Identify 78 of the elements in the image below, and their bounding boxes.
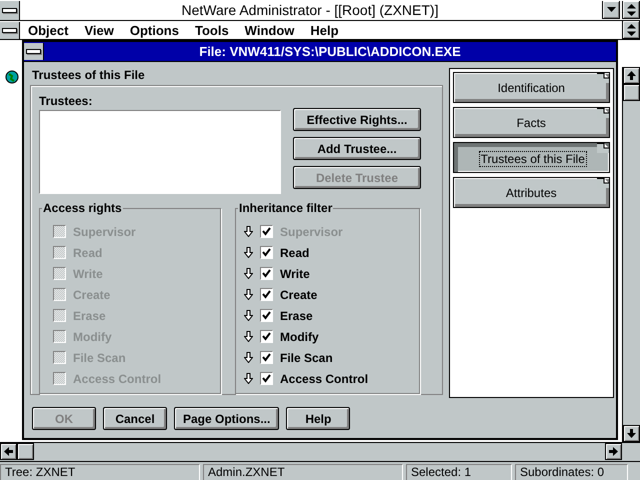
checkbox-label: Access Control <box>280 372 368 386</box>
menu-item[interactable]: Tools <box>194 22 229 38</box>
page-title: Trustees of this File <box>32 68 146 82</box>
folded-corner-icon <box>597 178 609 188</box>
down-arrow-icon <box>244 373 253 384</box>
vertical-scrollbar[interactable] <box>622 67 640 442</box>
group-title: Inheritance filter <box>238 201 334 215</box>
checkbox-label: File Scan <box>280 350 333 364</box>
checkbox-label: Write <box>280 266 310 280</box>
down-arrow-icon <box>244 310 253 321</box>
down-arrow-icon[interactable] <box>627 429 636 438</box>
scroll-thumb[interactable] <box>17 443 34 460</box>
dialog-title: File: VNW411/SYS:\PUBLIC\ADDICON.EXE <box>198 44 462 59</box>
folded-corner-icon <box>597 73 609 83</box>
document-menu-button[interactable] <box>0 22 20 38</box>
caret-down-icon <box>606 6 616 12</box>
checkbox-label: Modify <box>280 330 319 344</box>
menu-item[interactable]: Options <box>130 22 179 38</box>
globe-icon[interactable] <box>5 70 19 84</box>
down-arrow-icon <box>244 268 253 279</box>
menu-item[interactable]: Object <box>28 22 68 38</box>
checkbox[interactable] <box>260 372 273 385</box>
window-title: NetWare Administrator - [[Root] (ZXNET)] <box>180 2 440 18</box>
checkbox-label: Supervisor <box>73 224 136 238</box>
down-arrow-icon <box>244 226 253 237</box>
status-field: Selected: 1 <box>406 464 512 480</box>
checkbox-label: Erase <box>73 308 106 322</box>
down-arrow-icon <box>244 331 253 342</box>
folded-corner-icon <box>597 143 609 153</box>
checkbox-label: Access Control <box>73 372 162 386</box>
page-button[interactable]: Facts <box>452 107 610 138</box>
up-down-caret-icon <box>626 4 636 16</box>
checkbox-label: Read <box>280 246 310 260</box>
system-menu-button[interactable] <box>0 0 20 20</box>
checkbox[interactable] <box>260 267 273 280</box>
up-down-caret-icon <box>626 24 636 36</box>
page-button[interactable]: Trustees of this File <box>452 142 610 173</box>
page-button[interactable]: Attributes <box>452 177 610 208</box>
status-field: Admin.ZXNET <box>203 464 403 480</box>
left-arrow-icon[interactable] <box>4 447 13 456</box>
up-arrow-icon[interactable] <box>627 71 636 80</box>
checkbox[interactable] <box>260 351 273 364</box>
checkbox-label: Write <box>73 266 103 280</box>
checkbox[interactable] <box>260 330 273 343</box>
checkbox-label: Create <box>280 288 318 302</box>
menu-item[interactable]: View <box>84 22 114 38</box>
checkbox-label: Modify <box>73 330 112 344</box>
restore-button[interactable] <box>622 21 640 39</box>
checkbox[interactable] <box>260 309 273 322</box>
menu-item[interactable]: Window <box>244 22 294 38</box>
menu-item[interactable]: Help <box>310 22 339 38</box>
down-arrow-icon <box>244 289 253 300</box>
minimize-button[interactable] <box>602 1 620 19</box>
group-title: Access rights <box>42 201 123 215</box>
checkbox-label: Erase <box>280 308 313 322</box>
checkbox-label: Create <box>73 288 110 302</box>
page-button[interactable]: Identification <box>452 72 610 103</box>
status-field: Subordinates: 0 <box>515 464 628 480</box>
checkbox-label: Read <box>73 246 102 260</box>
dialog-button[interactable]: Add Trustee... <box>293 137 421 160</box>
right-arrow-icon[interactable] <box>609 447 618 456</box>
dialog-button[interactable]: Page Options... <box>174 407 280 430</box>
horizontal-scrollbar[interactable] <box>0 442 640 462</box>
checkbox[interactable] <box>260 246 273 259</box>
checkbox-label: Supervisor <box>280 224 343 238</box>
checkbox-label: File Scan <box>73 350 126 364</box>
restore-button[interactable] <box>622 1 640 19</box>
status-field: Tree: ZXNET <box>0 464 200 480</box>
dialog-button[interactable]: Help <box>286 407 350 430</box>
trustees-label: Trustees: <box>39 94 94 108</box>
down-arrow-icon <box>244 247 253 258</box>
checkbox[interactable] <box>260 288 273 301</box>
dialog-button[interactable]: Cancel <box>103 407 167 430</box>
down-arrow-icon <box>244 352 253 363</box>
scroll-thumb[interactable] <box>623 84 640 101</box>
dialog-button[interactable]: Effective Rights... <box>293 108 421 131</box>
dialog-menu-button[interactable] <box>24 43 44 60</box>
folded-corner-icon <box>597 108 609 118</box>
